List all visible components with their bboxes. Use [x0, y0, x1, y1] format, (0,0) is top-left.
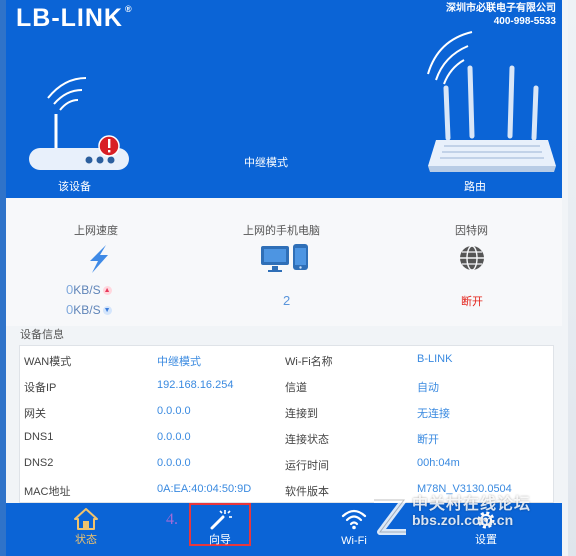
computer-phone-icon[interactable]	[259, 242, 311, 274]
company-name: 深圳市必联电子有限公司	[446, 3, 556, 14]
wifi-name-label: Wi-Fi名称	[285, 356, 333, 368]
nav-status-label: 状态	[75, 534, 97, 546]
device-label: 该设备	[58, 181, 91, 193]
mac-address-value: 0A:EA:40:04:50:9D	[157, 483, 252, 495]
uptime-value: 00h:04m	[417, 457, 460, 469]
nav-guide-label: 向导	[209, 534, 231, 546]
uptime-label: 运行时间	[285, 460, 329, 472]
home-icon	[74, 508, 98, 530]
globe-icon	[460, 245, 484, 271]
table-row: DNS1 0.0.0.0 连接状态 断开	[20, 424, 553, 449]
upload-speed: 0KB/S ▲	[66, 282, 112, 297]
gateway-value: 0.0.0.0	[157, 405, 191, 417]
dns1-label: DNS1	[24, 431, 54, 443]
company-phone: 400-998-5533	[493, 16, 556, 27]
clients-count[interactable]: 2	[283, 293, 290, 308]
wan-mode-label: WAN模式	[24, 356, 72, 368]
logo-text: B-LINK	[32, 4, 123, 32]
watermark-url: bbs.zol.com.cn	[412, 512, 514, 528]
device-ip-label: 设备IP	[24, 382, 57, 394]
wand-icon	[210, 510, 232, 530]
mode-label: 中继模式	[244, 157, 288, 169]
channel-value: 自动	[417, 382, 439, 394]
repeater-device-icon	[29, 77, 129, 170]
channel-label: 信道	[285, 382, 307, 394]
arrow-down-icon: ▼	[102, 306, 112, 316]
wifi-icon	[341, 509, 367, 530]
wan-mode-value: 中继模式	[157, 356, 201, 368]
zol-logo-icon	[374, 497, 407, 535]
table-row: WAN模式 中继模式 Wi-Fi名称 B-LINK	[20, 346, 553, 371]
brand-logo: LB-LINK ®	[16, 4, 133, 32]
mac-address-label: MAC地址	[24, 486, 71, 498]
dns2-label: DNS2	[24, 457, 54, 469]
company-info: 深圳市必联电子有限公司 400-998-5533	[446, 2, 556, 28]
dns2-value: 0.0.0.0	[157, 457, 191, 469]
connected-to-value: 无连接	[417, 408, 450, 420]
device-info-title: 设备信息	[20, 329, 64, 341]
nav-guide[interactable]: 向导	[192, 503, 248, 556]
download-unit: KB/S	[73, 303, 101, 317]
speed-title: 上网速度	[74, 225, 118, 237]
router-label: 路由	[464, 181, 486, 193]
table-row: 网关 0.0.0.0 连接到 无连接	[20, 398, 553, 423]
internet-status: 断开	[461, 296, 483, 308]
nav-status[interactable]: 状态	[58, 503, 114, 556]
upload-unit: KB/S	[73, 283, 101, 297]
connection-status-value: 断开	[417, 434, 439, 446]
table-row: 设备IP 192.168.16.254 信道 自动	[20, 372, 553, 397]
step-number: 4.	[166, 511, 178, 528]
lightning-icon	[90, 245, 108, 273]
forum-watermark: 中关村在线论坛 bbs.zol.com.cn	[368, 488, 568, 550]
router-admin-page: LB-LINK ® 深圳市必联电子有限公司 400-998-5533 该设备 中继…	[0, 0, 576, 556]
gateway-label: 网关	[24, 408, 46, 420]
watermark-title: 中关村在线论坛	[412, 496, 532, 513]
window-right-scroll-edge[interactable]	[568, 0, 576, 556]
status-overview: 上网速度 0KB/S ▲ 0KB/S ▼ 上网的手机电脑 2 因特网 断开	[6, 198, 562, 326]
arrow-up-icon: ▲	[102, 286, 112, 296]
logo-mark: L	[16, 4, 33, 32]
firmware-version-label: 软件版本	[285, 486, 329, 498]
device-info-table: WAN模式 中继模式 Wi-Fi名称 B-LINK 设备IP 192.168.1…	[19, 345, 554, 503]
topology-header: LB-LINK ® 深圳市必联电子有限公司 400-998-5533 该设备 中继…	[6, 0, 562, 198]
connection-status-label: 连接状态	[285, 434, 329, 446]
table-row: DNS2 0.0.0.0 运行时间 00h:04m	[20, 450, 553, 475]
clients-title: 上网的手机电脑	[243, 225, 320, 237]
device-ip-value: 192.168.16.254	[157, 379, 234, 391]
internet-title: 因特网	[455, 225, 488, 237]
download-speed: 0KB/S ▼	[66, 302, 112, 317]
dns1-value: 0.0.0.0	[157, 431, 191, 443]
router-icon	[427, 31, 556, 172]
wifi-name-value: B-LINK	[417, 353, 453, 365]
connected-to-label: 连接到	[285, 408, 318, 420]
